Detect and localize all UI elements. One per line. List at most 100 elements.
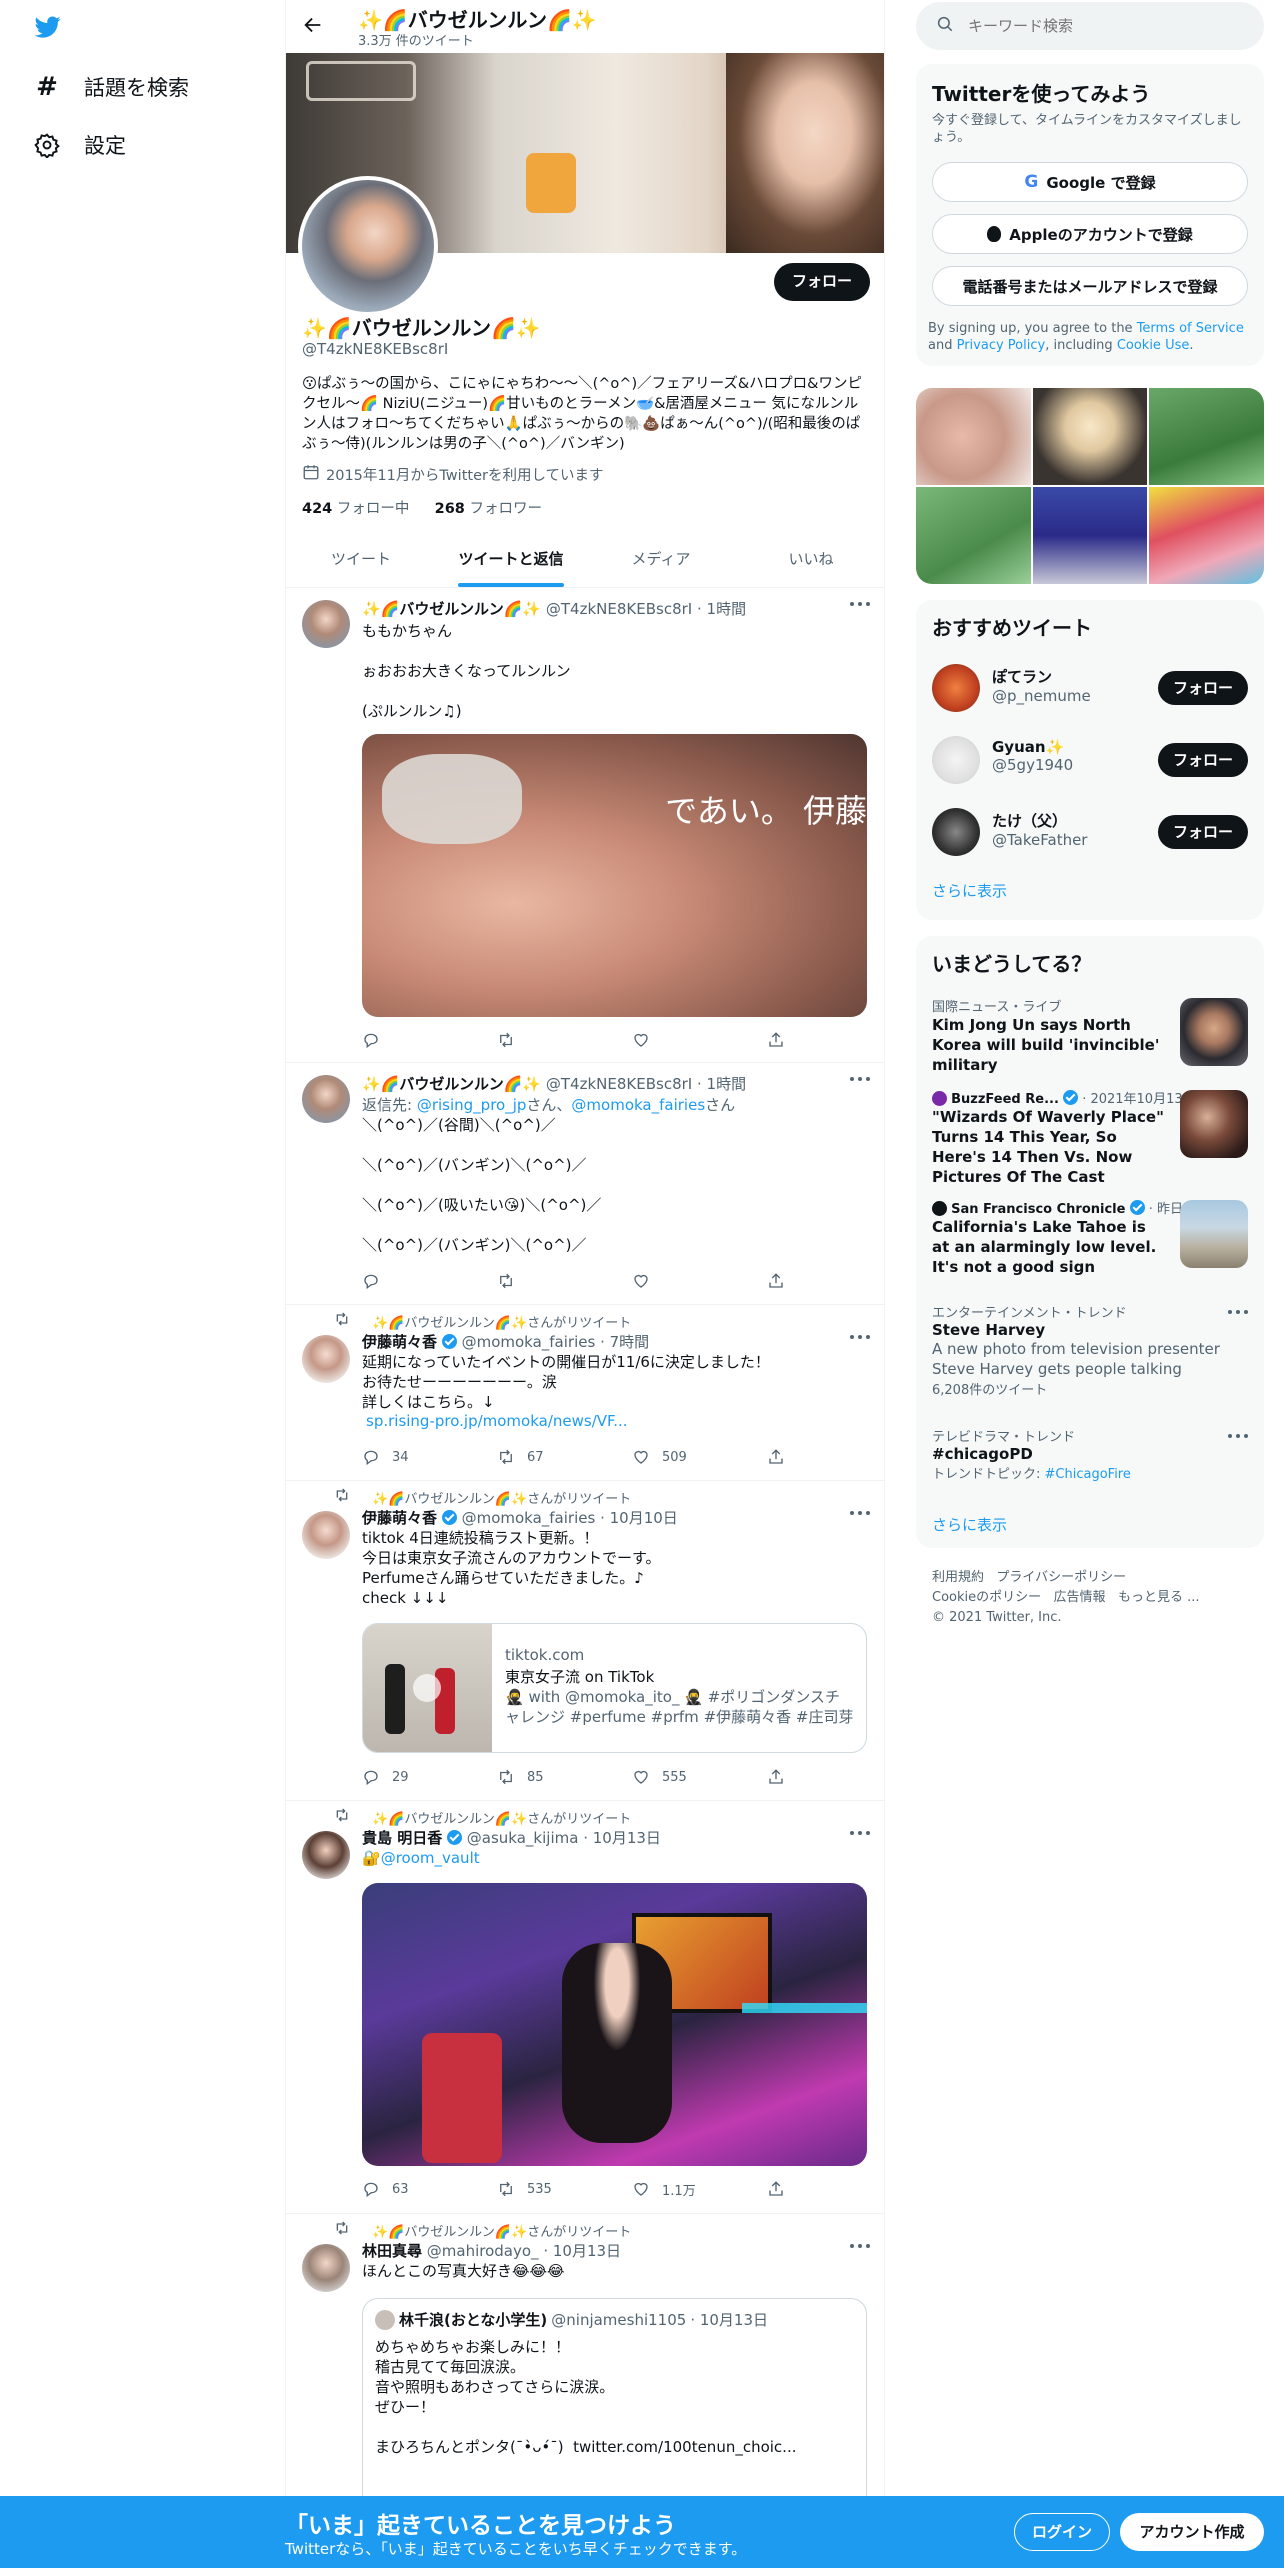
media-thumbnail[interactable] xyxy=(1032,388,1148,485)
follow-button[interactable]: フォロー xyxy=(1158,671,1248,705)
tweet-author-name[interactable]: 伊藤萌々香 xyxy=(362,1509,437,1527)
media-thumbnail[interactable] xyxy=(916,487,1031,584)
tweet-author-handle[interactable]: @T4zkNE8KEBsc8rI xyxy=(546,600,692,618)
tab-media[interactable]: メディア xyxy=(586,530,736,587)
tweet-time[interactable]: · 10月10日 xyxy=(600,1509,678,1527)
reply-button[interactable] xyxy=(362,1031,452,1049)
share-button[interactable] xyxy=(767,1768,787,1786)
tab-tweets[interactable]: ツイート xyxy=(286,530,436,587)
more-icon[interactable] xyxy=(850,2244,870,2250)
trends-show-more-link[interactable]: さらに表示 xyxy=(932,1514,1007,1535)
like-button[interactable]: 509 xyxy=(632,1448,722,1466)
following-link[interactable]: 424 フォロー中 xyxy=(302,501,409,517)
apple-signup-button[interactable]: Appleのアカウントで登録 xyxy=(932,214,1248,254)
more-icon[interactable] xyxy=(850,1077,870,1083)
avatar[interactable] xyxy=(932,664,980,712)
tweet-author-name[interactable]: ✨🌈バウゼルンルン🌈✨ xyxy=(362,600,541,618)
more-icon[interactable] xyxy=(850,1335,870,1341)
tweet-author-handle[interactable]: @T4zkNE8KEBsc8rI xyxy=(546,1075,692,1093)
tweet-image[interactable]: であい。 伊藤 xyxy=(362,734,867,1017)
reply-mention[interactable]: @momoka_fairies xyxy=(571,1096,705,1114)
share-button[interactable] xyxy=(767,1031,787,1049)
trend-item[interactable]: San Francisco Chronicle · 昨日 California'… xyxy=(932,1198,1248,1286)
reply-mention[interactable]: @rising_pro_jp xyxy=(417,1096,527,1114)
nav-explore[interactable]: # 話題を検索 xyxy=(34,72,189,102)
followers-link[interactable]: 268 フォロワー xyxy=(435,501,542,517)
tweet-item[interactable]: ✨🌈バウゼルンルン🌈✨ @T4zkNE8KEBsc8rI · 1時間 返信先: … xyxy=(286,1063,884,1305)
avatar[interactable] xyxy=(302,600,350,648)
more-icon[interactable] xyxy=(1228,1434,1248,1440)
user-item[interactable]: Gyuan✨ @5gy1940 フォロー xyxy=(932,732,1248,788)
like-button[interactable] xyxy=(632,1272,722,1290)
footer-more-link[interactable]: もっと見る ... xyxy=(1118,1590,1200,1605)
trend-item[interactable]: テレビドラマ・トレンド #chicagoPD トレンドトピック: #Chicag… xyxy=(932,1426,1248,1490)
footer-cookie-link[interactable]: Cookieのポリシー xyxy=(932,1590,1041,1605)
footer-privacy-link[interactable]: プライバシーポリシー xyxy=(996,1570,1126,1585)
login-button[interactable]: ログイン xyxy=(1014,2513,1110,2551)
more-icon[interactable] xyxy=(850,602,870,608)
tweet-time[interactable]: · 1時間 xyxy=(697,1075,746,1093)
retweet-button[interactable] xyxy=(497,1031,587,1049)
profile-avatar[interactable] xyxy=(298,176,438,316)
avatar[interactable] xyxy=(302,1335,350,1383)
terms-link[interactable]: Terms of Service xyxy=(1137,321,1244,336)
media-thumbnail[interactable] xyxy=(1032,487,1148,584)
share-button[interactable] xyxy=(767,2180,787,2198)
tweet-author-name[interactable]: 林田真尋 xyxy=(362,2242,422,2260)
retweet-button[interactable]: 67 xyxy=(497,1448,587,1466)
search-box[interactable] xyxy=(916,2,1264,50)
follow-button[interactable]: フォロー xyxy=(1158,743,1248,777)
tweet-author-name[interactable]: 伊藤萌々香 xyxy=(362,1333,437,1351)
cookie-link[interactable]: Cookie Use xyxy=(1117,338,1190,353)
tweet-author-handle[interactable]: @asuka_kijima xyxy=(467,1829,579,1847)
trend-item[interactable]: 国際ニュース・ライブ Kim Jong Un says North Korea … xyxy=(932,996,1248,1076)
tweet-link[interactable]: sp.rising-pro.jp/momoka/news/VF... xyxy=(366,1412,870,1430)
like-button[interactable]: 555 xyxy=(632,1768,722,1786)
google-signup-button[interactable]: G Google で登録 xyxy=(932,162,1248,202)
retweet-button[interactable]: 535 xyxy=(497,2180,587,2198)
tweet-author-name[interactable]: 貴島 明日香 xyxy=(362,1829,442,1847)
more-icon[interactable] xyxy=(1228,1310,1248,1316)
user-item[interactable]: たけ（父） @TakeFather フォロー xyxy=(932,804,1248,860)
privacy-link[interactable]: Privacy Policy xyxy=(957,338,1046,353)
tweet-time[interactable]: · 1時間 xyxy=(697,600,746,618)
avatar[interactable] xyxy=(302,1511,350,1559)
tweet-time[interactable]: · 10月13日 xyxy=(543,2242,621,2260)
tweet-author-name[interactable]: ✨🌈バウゼルンルン🌈✨ xyxy=(362,1075,541,1093)
retweet-button[interactable] xyxy=(497,1272,587,1290)
show-more-link[interactable]: さらに表示 xyxy=(932,880,1007,901)
follow-button[interactable]: フォロー xyxy=(774,263,870,301)
tweet-item[interactable]: ✨🌈バウゼルンルン🌈✨ @T4zkNE8KEBsc8rI · 1時間 ももかちゃ… xyxy=(286,588,884,1063)
tab-tweets-replies[interactable]: ツイートと返信 xyxy=(436,530,586,587)
tweet-author-handle[interactable]: @momoka_fairies xyxy=(462,1333,596,1351)
nav-settings[interactable]: 設定 xyxy=(34,130,126,160)
like-button[interactable]: 1.1万 xyxy=(632,2180,722,2199)
search-input[interactable] xyxy=(968,17,1228,35)
tweet-item[interactable]: ✨🌈バウゼルンルン🌈✨さんがリツイート 伊藤萌々香 @momoka_fairie… xyxy=(286,1305,884,1481)
share-button[interactable] xyxy=(767,1448,787,1466)
media-grid[interactable] xyxy=(916,388,1264,584)
more-icon[interactable] xyxy=(850,1831,870,1837)
user-item[interactable]: ぽてラン @p_nemume フォロー xyxy=(932,660,1248,716)
avatar[interactable] xyxy=(932,736,980,784)
tweet-time[interactable]: · 7時間 xyxy=(600,1333,649,1351)
like-button[interactable] xyxy=(632,1031,722,1049)
phone-email-signup-button[interactable]: 電話番号またはメールアドレスで登録 xyxy=(932,266,1248,306)
reply-button[interactable]: 29 xyxy=(362,1768,452,1786)
avatar[interactable] xyxy=(302,2244,350,2292)
trend-topic-link[interactable]: #ChicagoFire xyxy=(1045,1467,1131,1482)
reply-button[interactable] xyxy=(362,1272,452,1290)
footer-terms-link[interactable]: 利用規約 xyxy=(932,1570,984,1585)
more-icon[interactable] xyxy=(850,1511,870,1517)
tweet-mention[interactable]: @room_vault xyxy=(381,1849,480,1867)
media-thumbnail[interactable] xyxy=(1149,388,1264,485)
media-thumbnail[interactable] xyxy=(1149,487,1264,584)
retweet-button[interactable]: 85 xyxy=(497,1768,587,1786)
tweet-author-handle[interactable]: @momoka_fairies xyxy=(462,1509,596,1527)
twitter-logo-icon[interactable] xyxy=(33,14,63,40)
avatar[interactable] xyxy=(302,1075,350,1123)
trend-item[interactable]: BuzzFeed Re... · 2021年10月13日 "Wizards Of… xyxy=(932,1088,1248,1186)
footer-ads-link[interactable]: 広告情報 xyxy=(1054,1590,1106,1605)
tweet-item[interactable]: ✨🌈バウゼルンルン🌈✨さんがリツイート 貴島 明日香 @asuka_kijima… xyxy=(286,1801,884,2214)
avatar[interactable] xyxy=(932,808,980,856)
